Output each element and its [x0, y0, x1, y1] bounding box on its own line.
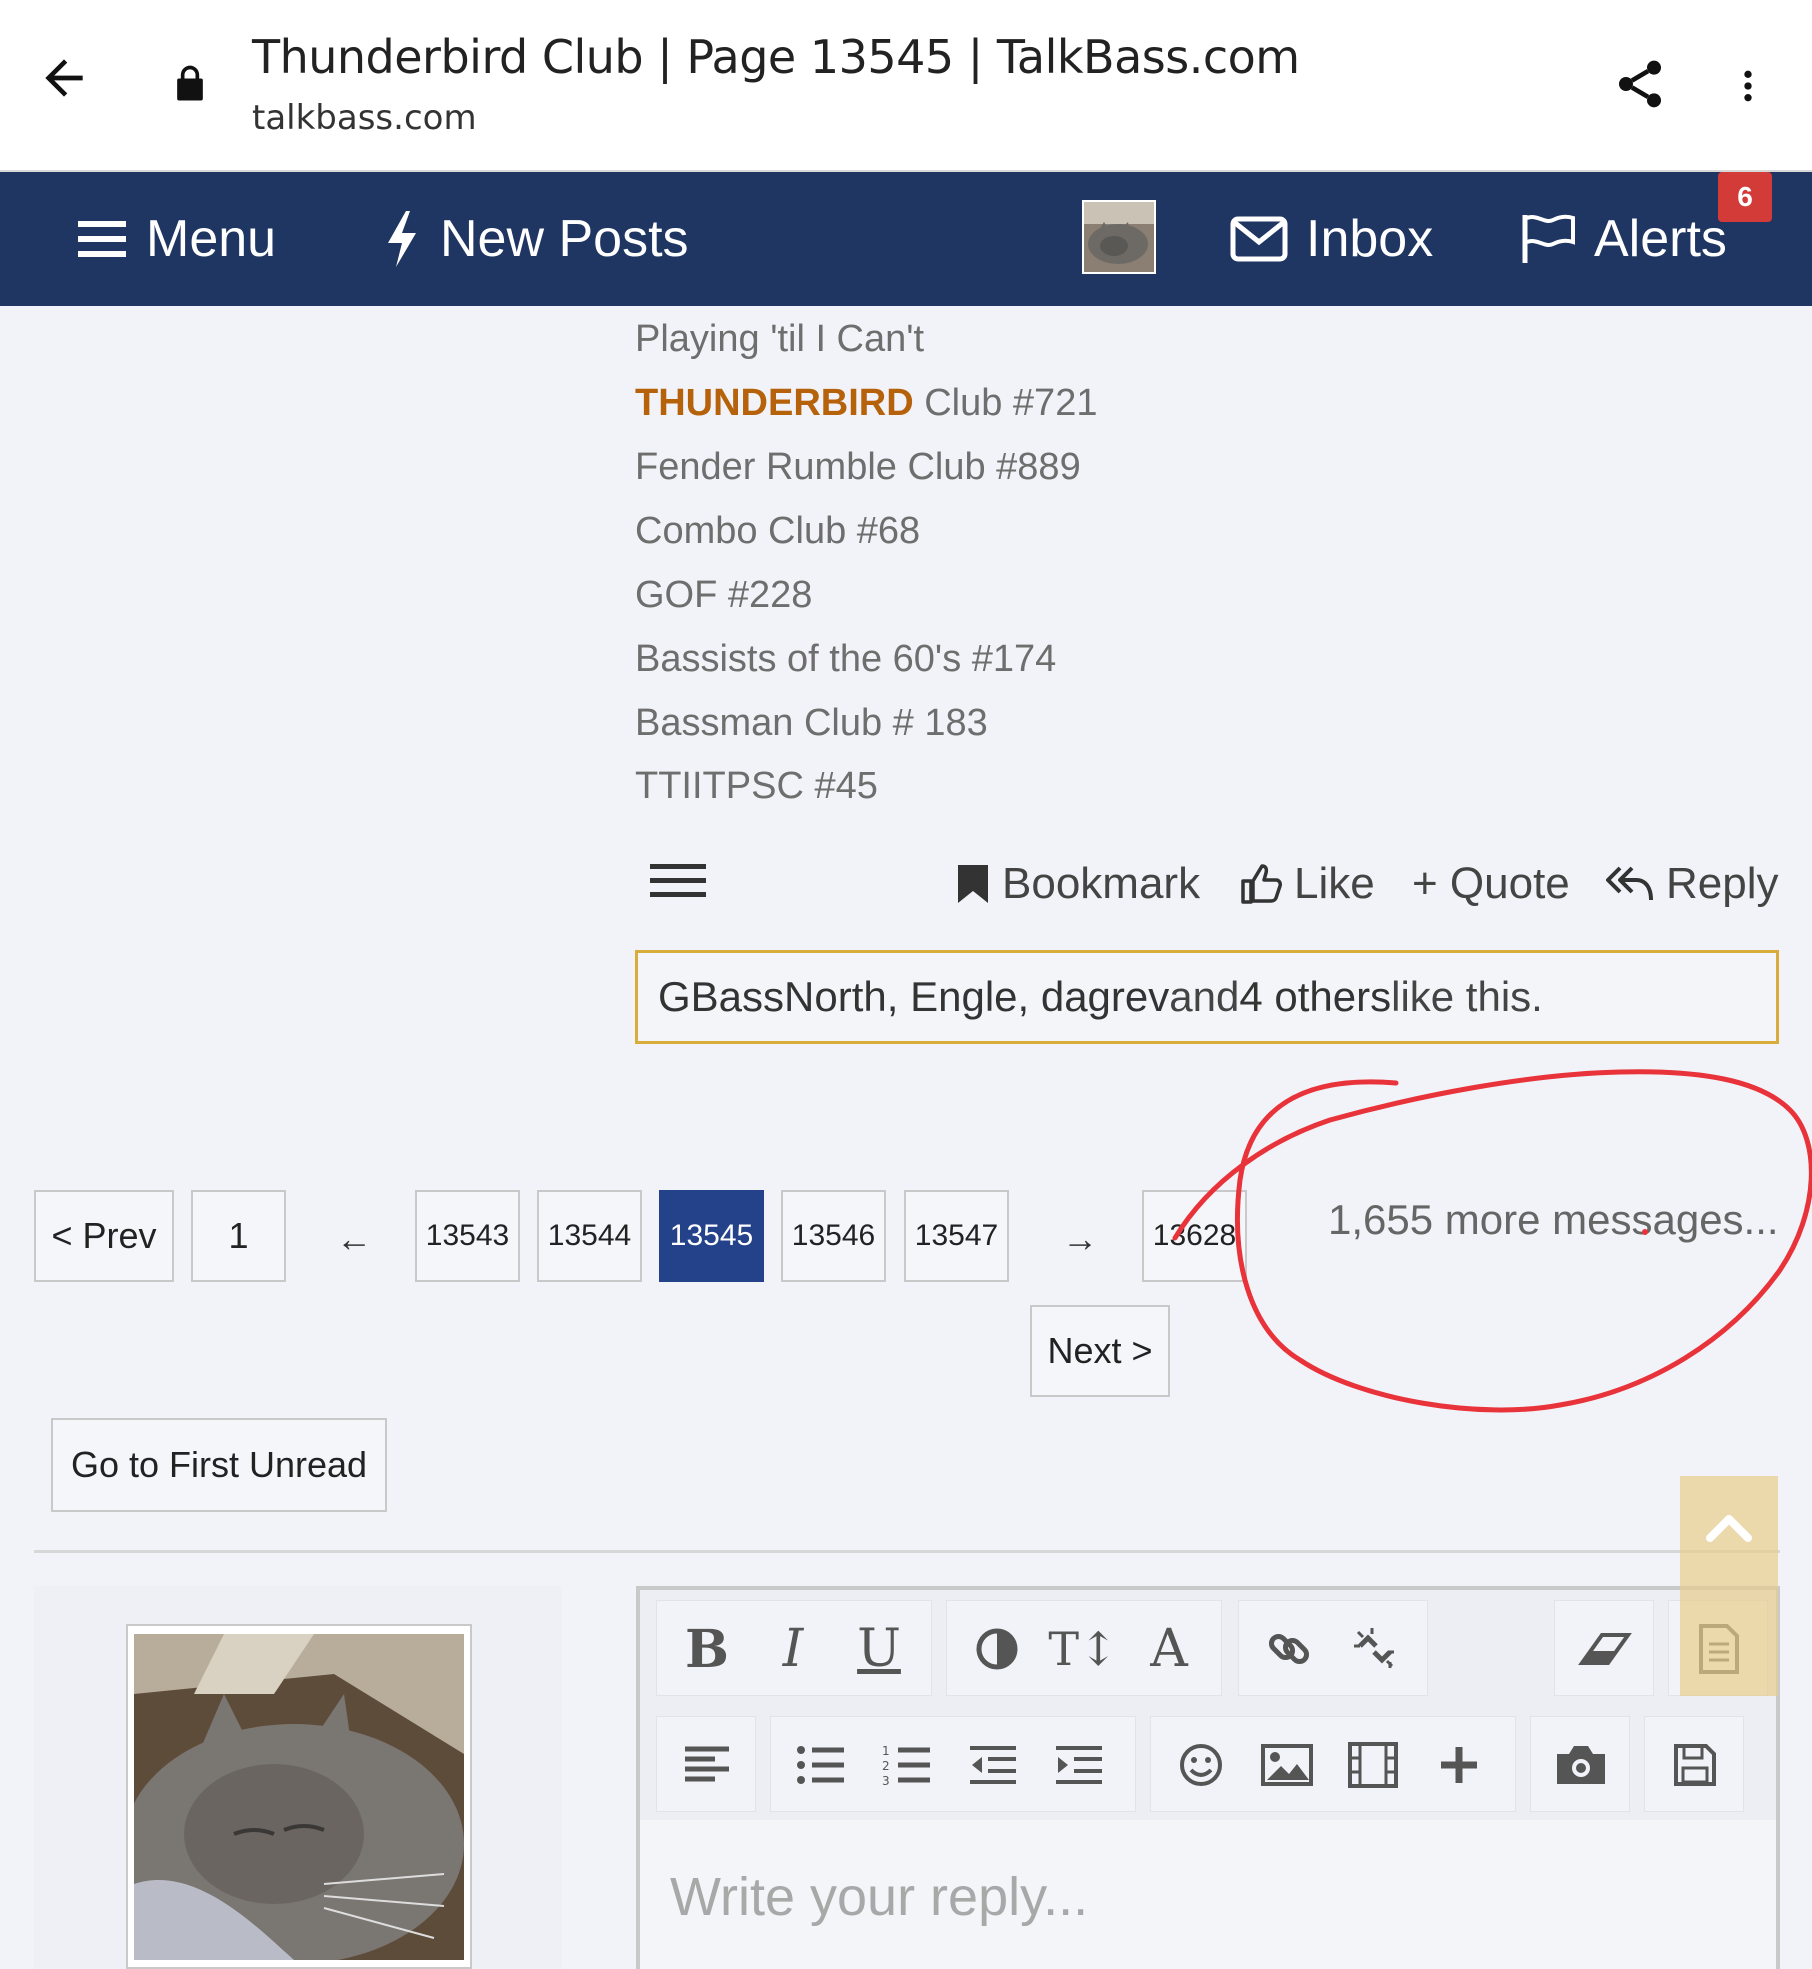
numbered-list-icon[interactable]: 123: [867, 1717, 947, 1813]
reply-placeholder: Write your reply...: [670, 1867, 1089, 1927]
smiley-icon[interactable]: [1161, 1717, 1241, 1813]
alerts-count-badge: 6: [1718, 172, 1772, 222]
browser-toolbar: Thunderbird Club | Page 13545 | TalkBass…: [0, 0, 1812, 172]
thumbs-up-icon: [1241, 864, 1282, 904]
bookmark-icon: [958, 865, 988, 903]
eraser-icon[interactable]: [1565, 1601, 1645, 1697]
reply-all-icon: [1606, 866, 1653, 901]
site-nav-bar: Menu New Posts Inbox Alerts: [0, 172, 1812, 306]
media-icon[interactable]: [1333, 1717, 1413, 1813]
font-family-icon[interactable]: A: [1129, 1601, 1209, 1697]
lock-icon: [177, 65, 203, 101]
image-icon[interactable]: [1247, 1717, 1327, 1813]
next-page-button[interactable]: Next >: [1030, 1305, 1170, 1397]
bookmark-button[interactable]: Bookmark: [956, 856, 1200, 912]
italic-icon[interactable]: I: [753, 1601, 833, 1697]
signature-line: THUNDERBIRD Club #721: [635, 382, 1097, 425]
likes-suffix: like this.: [1391, 973, 1543, 1020]
nav-alerts[interactable]: Alerts: [1520, 172, 1727, 306]
indent-icon[interactable]: [1039, 1717, 1119, 1813]
nav-new-posts[interactable]: New Posts: [382, 172, 689, 306]
bullet-list-icon[interactable]: [781, 1717, 861, 1813]
toolbar-group-lists: 123: [770, 1716, 1136, 1812]
chevron-up-icon: [1706, 1515, 1752, 1542]
signature-line: Fender Rumble Club #889: [635, 446, 1081, 488]
svg-text:1: 1: [882, 1744, 890, 1758]
go-to-first-unread-button[interactable]: Go to First Unread: [51, 1418, 387, 1512]
page-link-first[interactable]: 1: [191, 1190, 286, 1282]
color-icon[interactable]: [957, 1601, 1037, 1697]
scroll-to-top-button[interactable]: [1680, 1476, 1778, 1696]
signature-line: TTIITPSC #45: [635, 765, 878, 807]
page-link[interactable]: 13543: [415, 1190, 520, 1282]
toolbar-group-align: [656, 1716, 756, 1812]
section-divider: [34, 1550, 1780, 1553]
signature-line: Bassman Club # 183: [635, 702, 988, 744]
underline-icon[interactable]: U: [839, 1601, 919, 1697]
prev-page-button[interactable]: < Prev: [34, 1190, 174, 1282]
page-domain: talkbass.com: [252, 98, 477, 138]
page-link[interactable]: 13544: [537, 1190, 642, 1282]
envelope-icon: [1230, 216, 1288, 262]
outdent-icon[interactable]: [953, 1717, 1033, 1813]
reply-avatar[interactable]: [134, 1634, 464, 1960]
insert-icon[interactable]: [1419, 1717, 1499, 1813]
save-draft-icon[interactable]: [1655, 1717, 1735, 1813]
hamburger-icon: [78, 221, 126, 257]
page-link-last[interactable]: 13628: [1142, 1190, 1247, 1282]
toolbar-group-font: T↕ A: [946, 1600, 1222, 1696]
reply-button[interactable]: Reply: [1606, 856, 1779, 912]
reply-label: Reply: [1666, 859, 1779, 908]
link-icon[interactable]: [1249, 1601, 1329, 1697]
back-arrow-icon[interactable]: [36, 50, 92, 106]
nav-alerts-label: Alerts: [1594, 210, 1727, 268]
toolbar-group-link: [1238, 1600, 1428, 1696]
nav-inbox[interactable]: Inbox: [1230, 172, 1433, 306]
svg-text:3: 3: [882, 1774, 890, 1787]
page-skip-left[interactable]: ←: [336, 1218, 372, 1260]
likes-others[interactable]: 4 others: [1239, 973, 1391, 1021]
quote-label: + Quote: [1412, 859, 1570, 908]
font-size-icon[interactable]: T↕: [1043, 1601, 1123, 1697]
camera-icon[interactable]: [1541, 1717, 1621, 1813]
toolbar-group-text-style: B I U: [656, 1600, 932, 1696]
signature-club-name: THUNDERBIRD: [635, 382, 914, 424]
like-button[interactable]: Like: [1240, 856, 1375, 912]
signature-line: Playing 'til I Can't: [635, 318, 925, 360]
user-avatar[interactable]: [1082, 200, 1156, 274]
align-icon[interactable]: [667, 1717, 747, 1813]
toolbar-group-save: [1644, 1716, 1744, 1812]
quote-button[interactable]: + Quote: [1412, 856, 1570, 912]
likes-and: and: [1169, 973, 1240, 1020]
signature-line: GOF #228: [635, 574, 813, 616]
toolbar-group-clear: [1554, 1600, 1654, 1696]
page-link[interactable]: 13547: [904, 1190, 1009, 1282]
signature-club-number: Club #721: [913, 382, 1098, 424]
like-label: Like: [1294, 859, 1375, 908]
page-link-current[interactable]: 13545: [659, 1190, 764, 1282]
more-messages-text: 1,655 more messages...: [1328, 1196, 1779, 1243]
unlink-icon[interactable]: [1335, 1601, 1415, 1697]
page-link[interactable]: 13546: [781, 1190, 886, 1282]
signature-line: Combo Club #68: [635, 510, 921, 552]
share-icon[interactable]: [1612, 54, 1668, 114]
bold-icon[interactable]: B: [667, 1601, 747, 1697]
likes-summary: GBassNorth, Engle, dagrev and 4 others l…: [635, 950, 1779, 1044]
likes-users[interactable]: GBassNorth, Engle, dagrev: [658, 973, 1169, 1021]
nav-menu[interactable]: Menu: [78, 172, 276, 306]
more-options-icon[interactable]: [1728, 58, 1768, 114]
toolbar-group-insert: [1150, 1716, 1516, 1812]
page-title: Thunderbird Club | Page 13545 | TalkBass…: [252, 30, 1300, 84]
page-skip-right[interactable]: →: [1062, 1218, 1098, 1260]
post-menu-icon[interactable]: [650, 862, 706, 900]
bookmark-label: Bookmark: [1002, 859, 1201, 908]
signature-line: Bassists of the 60's #174: [635, 638, 1057, 680]
svg-text:2: 2: [882, 1759, 890, 1773]
nav-inbox-label: Inbox: [1306, 210, 1434, 268]
nav-new-posts-label: New Posts: [440, 210, 689, 268]
nav-menu-label: Menu: [146, 210, 277, 268]
lightning-icon: [388, 211, 416, 267]
toolbar-group-camera: [1530, 1716, 1630, 1812]
flag-icon: [1522, 214, 1575, 263]
